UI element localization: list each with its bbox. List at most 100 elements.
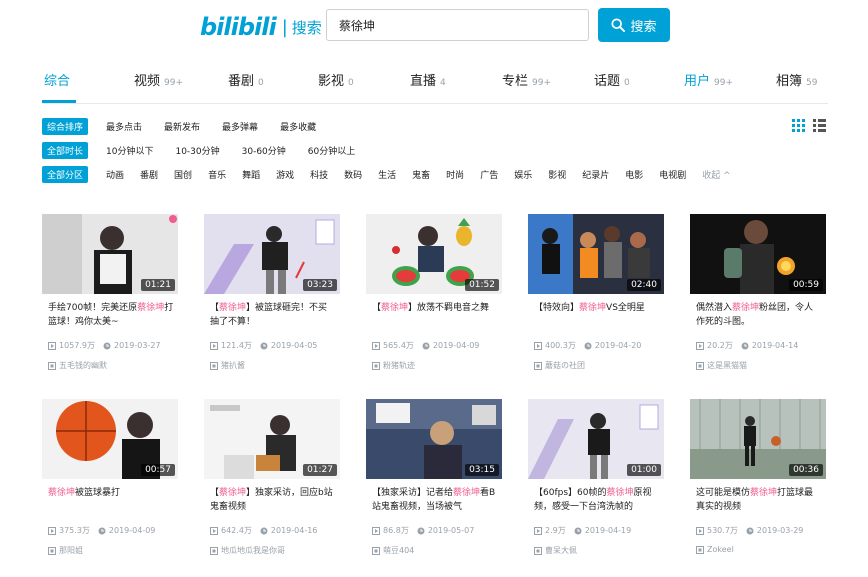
zone-chip[interactable]: 全部分区 [42,165,89,183]
zone-collapse[interactable]: 收起 ^ [702,168,730,181]
duration-30-60[interactable]: 30-60分钟 [242,144,286,157]
video-thumbnail[interactable]: 01:27 [204,399,340,479]
zone-tech[interactable]: 科技 [310,168,328,181]
search-button[interactable]: 搜索 [598,8,670,42]
sort-newest[interactable]: 最新发布 [164,120,200,133]
video-uploader[interactable]: 猪扒酱 [210,360,245,371]
grid-view-icon[interactable] [792,117,805,132]
tab-video[interactable]: 视频 99+ [134,70,183,89]
video-thumbnail[interactable]: 00:59 [690,214,826,294]
tab-album[interactable]: 相簿 59 [776,70,817,89]
zone-digital[interactable]: 数码 [344,168,362,181]
video-uploader[interactable]: 五毛钱的幽默 [48,360,107,371]
sort-most-clicked[interactable]: 最多点击 [106,120,142,133]
video-uploader[interactable]: 粉猪轨迹 [372,360,415,371]
active-tab-underline [42,100,76,103]
play-count-icon [372,341,380,350]
video-title[interactable]: 蔡徐坤被篮球暴打 [48,486,174,516]
zone-music[interactable]: 音乐 [208,168,226,181]
video-uploader[interactable]: Zokeel [696,545,734,554]
sort-most-danmaku[interactable]: 最多弹幕 [222,120,258,133]
zone-film[interactable]: 影视 [548,168,566,181]
tab-live[interactable]: 直播 4 [410,70,446,89]
video-title[interactable]: 【60fps】60帧的蔡徐坤原视频，感受一下台湾洗帧的 [534,486,660,516]
logo-separator: | [281,16,288,38]
tab-topic[interactable]: 话题 0 [594,70,630,89]
video-card[interactable]: 00:57 蔡徐坤被篮球暴打 375.3万 2019-04-09 那阳姐 [42,399,178,559]
zone-tv[interactable]: 电视剧 [659,168,686,181]
sort-chip[interactable]: 综合排序 [42,117,89,135]
list-view-icon[interactable] [813,117,826,132]
video-uploader[interactable]: 地瓜地瓜我是你哥 [210,545,285,556]
duration-over-60[interactable]: 60分钟以上 [308,144,355,157]
zone-bangumi[interactable]: 番剧 [140,168,158,181]
video-meta: 1057.9万 2019-03-27 [48,340,161,351]
video-title[interactable]: 偶然潜入蔡徐坤粉丝团，令人作死的斗图。 [696,301,822,331]
video-title[interactable]: 【特效向】蔡徐坤VS全明星 [534,301,660,331]
zone-animation[interactable]: 动画 [106,168,124,181]
video-title[interactable]: 【蔡徐坤】放荡不羁电音之舞 [372,301,498,331]
zone-documentary[interactable]: 纪录片 [582,168,609,181]
video-card[interactable]: 03:15 【独家采访】记者给蔡徐坤看B站鬼畜视频，当场被气 86.8万 201… [366,399,502,559]
zone-guochuang[interactable]: 国创 [174,168,192,181]
duration-chip[interactable]: 全部时长 [42,141,89,159]
tab-user[interactable]: 用户 99+ [684,70,733,89]
video-card[interactable]: 01:00 【60fps】60帧的蔡徐坤原视频，感受一下台湾洗帧的 2.9万 2… [528,399,664,559]
duration-10-30[interactable]: 10-30分钟 [175,144,219,157]
clock-icon [422,342,430,349]
zone-movie[interactable]: 电影 [625,168,643,181]
bilibili-logo[interactable]: bilibili | 搜索 [200,10,322,44]
video-title[interactable]: 【独家采访】记者给蔡徐坤看B站鬼畜视频，当场被气 [372,486,498,516]
clock-icon [260,527,268,534]
play-count-icon [696,341,704,350]
video-uploader[interactable]: 蘑菇の社团 [534,360,585,371]
video-thumbnail[interactable]: 03:23 [204,214,340,294]
video-card[interactable]: 01:21 手绘700帧！完美还原蔡徐坤打篮球！鸡你太美~ 1057.9万 20… [42,214,178,374]
zone-dance[interactable]: 舞蹈 [242,168,260,181]
sort-most-favorited[interactable]: 最多收藏 [280,120,316,133]
search-icon [611,18,626,32]
video-duration: 00:59 [789,279,823,291]
video-card[interactable]: 02:40 【特效向】蔡徐坤VS全明星 400.3万 2019-04-20 蘑菇… [528,214,664,374]
video-card[interactable]: 00:36 这可能是模仿蔡徐坤打篮球最真实的视频 530.7万 2019-03-… [690,399,826,559]
video-uploader[interactable]: 萌豆404 [372,545,414,556]
clock-icon [741,342,749,349]
zone-ad[interactable]: 广告 [480,168,498,181]
tab-article[interactable]: 专栏 99+ [502,70,551,89]
tab-movie[interactable]: 影视 0 [318,70,354,89]
video-uploader[interactable]: 这是黑猫猫 [696,360,747,371]
video-duration: 03:23 [303,279,337,291]
clock-icon [98,527,106,534]
video-title[interactable]: 这可能是模仿蔡徐坤打篮球最真实的视频 [696,486,822,516]
video-thumbnail[interactable]: 03:15 [366,399,502,479]
clock-icon [417,527,425,534]
video-thumbnail[interactable]: 00:36 [690,399,826,479]
video-title[interactable]: 手绘700帧！完美还原蔡徐坤打篮球！鸡你太美~ [48,301,174,331]
zone-entertainment[interactable]: 娱乐 [514,168,532,181]
zone-kichiku[interactable]: 鬼畜 [412,168,430,181]
video-card[interactable]: 01:27 【蔡徐坤】独家采访，回应b站鬼畜视频 642.4万 2019-04-… [204,399,340,559]
video-thumbnail[interactable]: 01:21 [42,214,178,294]
video-title[interactable]: 【蔡徐坤】独家采访，回应b站鬼畜视频 [210,486,336,516]
video-uploader[interactable]: 那阳姐 [48,545,83,556]
video-title[interactable]: 【蔡徐坤】被篮球砸完！不买抽了不算！ [210,301,336,331]
video-card[interactable]: 00:59 偶然潜入蔡徐坤粉丝团，令人作死的斗图。 20.2万 2019-04-… [690,214,826,374]
video-thumbnail[interactable]: 01:00 [528,399,664,479]
video-thumbnail[interactable]: 02:40 [528,214,664,294]
search-input[interactable] [326,9,589,41]
video-card[interactable]: 01:52 【蔡徐坤】放荡不羁电音之舞 565.4万 2019-04-09 粉猪… [366,214,502,374]
video-uploader[interactable]: 曹呆大佩 [534,545,577,556]
video-card[interactable]: 03:23 【蔡徐坤】被篮球砸完！不买抽了不算！ 121.4万 2019-04-… [204,214,340,374]
video-thumbnail[interactable]: 00:57 [42,399,178,479]
tab-bangumi[interactable]: 番剧 0 [228,70,264,89]
video-thumbnail[interactable]: 01:52 [366,214,502,294]
duration-under-10[interactable]: 10分钟以下 [106,144,153,157]
tab-all[interactable]: 综合 [44,70,70,89]
zone-life[interactable]: 生活 [378,168,396,181]
play-count-icon [534,526,542,535]
video-meta: 86.8万 2019-05-07 [372,525,474,536]
zone-fashion[interactable]: 时尚 [446,168,464,181]
video-duration: 01:27 [303,464,337,476]
zone-game[interactable]: 游戏 [276,168,294,181]
video-meta: 642.4万 2019-04-16 [210,525,317,536]
